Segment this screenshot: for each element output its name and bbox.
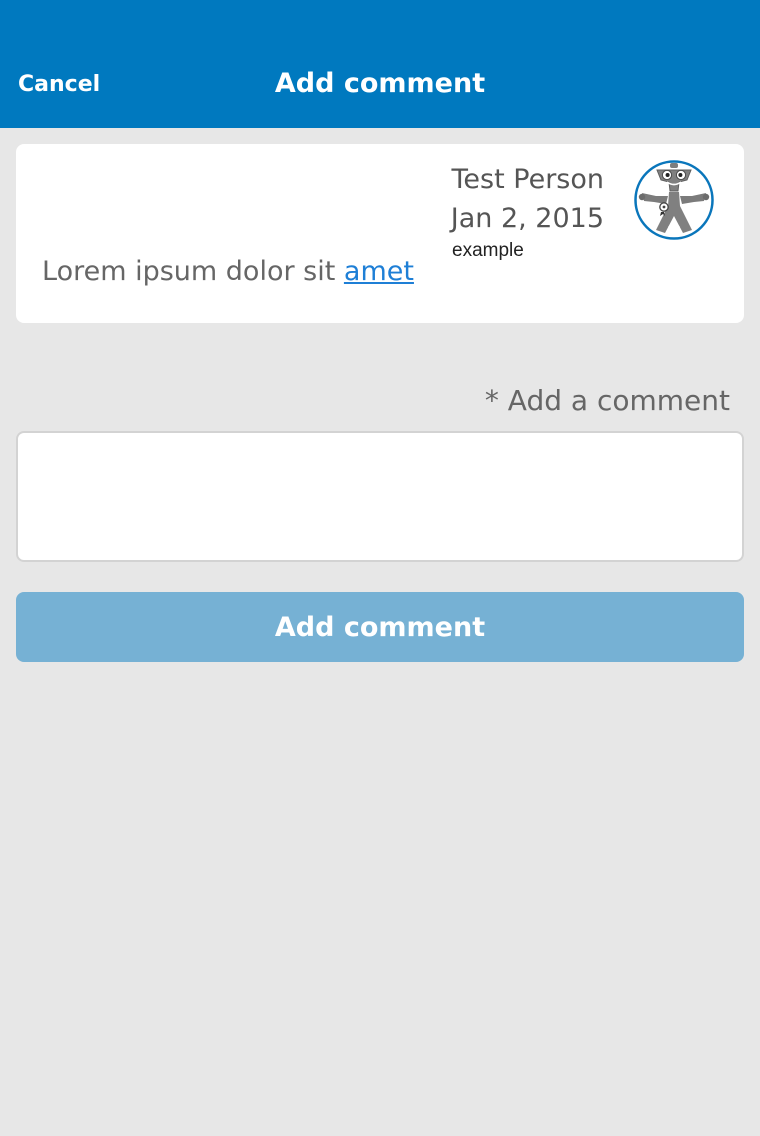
comment-date: Jan 2, 2015 (450, 203, 604, 234)
comment-body: Lorem ipsum dolor sit amet (42, 256, 414, 287)
page-title: Add comment (274, 68, 486, 99)
comment-author: Test Person (451, 164, 604, 195)
comment-card: Test Person Jan 2, 2015 example Lorem ip… (16, 144, 744, 323)
comment-tag: example (452, 240, 524, 261)
comment-link[interactable]: amet (344, 256, 414, 287)
robot-mascot-avatar-icon (634, 160, 714, 240)
comment-field-label: * Add a comment (484, 384, 730, 417)
top-nav-bar: Cancel Add comment (0, 0, 760, 128)
add-comment-button[interactable]: Add comment (16, 592, 744, 662)
comment-text: Lorem ipsum dolor sit (42, 256, 344, 287)
comment-input[interactable] (16, 431, 744, 562)
